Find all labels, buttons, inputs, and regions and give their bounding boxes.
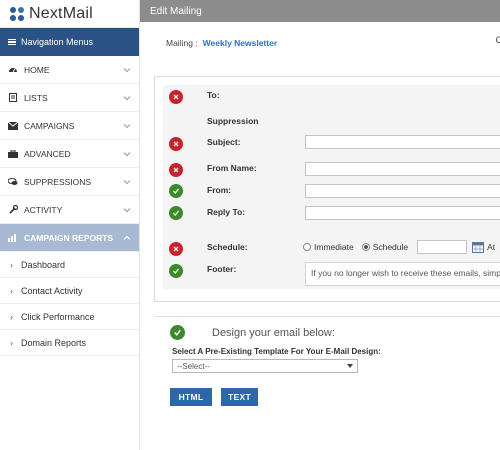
- briefcase-icon: [8, 149, 18, 158]
- chevron-down-icon: [123, 123, 131, 128]
- dashboard-icon: [8, 65, 18, 74]
- from-input[interactable]: [305, 184, 500, 198]
- chevron-down-icon: [123, 207, 131, 212]
- navigation-menus-header[interactable]: Navigation Menus: [0, 28, 139, 56]
- main-content: Edit Mailing Mailing : Weekly Newsletter…: [140, 0, 500, 450]
- sidebar: NextMail Navigation Menus HOME LISTS CAM…: [0, 0, 140, 450]
- subnav-item-label: Dashboard: [21, 259, 66, 270]
- sidebar-item-label: SUPPRESSIONS: [24, 176, 92, 187]
- chevron-down-icon: [123, 67, 131, 72]
- design-section: Design your email below: Select A Pre-Ex…: [154, 316, 500, 418]
- brand-name: NextMail: [29, 4, 93, 22]
- error-status-icon: [169, 137, 183, 151]
- error-status-icon: [169, 90, 183, 104]
- calendar-icon[interactable]: [472, 241, 485, 253]
- schedule-options: Immediate Schedule At: [303, 240, 500, 254]
- mailing-settings-panel: To: Suppression Subject: From Name: From…: [154, 76, 500, 302]
- page-title: Edit Mailing: [150, 5, 202, 17]
- menu-icon: [8, 37, 16, 47]
- suppression-label: Suppression: [207, 116, 259, 126]
- chevron-up-icon: [123, 235, 131, 240]
- mailing-info: Mailing : Weekly Newsletter C: [140, 22, 500, 64]
- schedule-option-label: Schedule: [372, 242, 409, 252]
- footer-text-field[interactable]: If you no longer wish to receive these e…: [305, 262, 500, 286]
- success-status-icon: [169, 184, 183, 198]
- from-name-input[interactable]: [305, 162, 500, 176]
- error-status-icon: [169, 163, 183, 177]
- brand-logo[interactable]: NextMail: [0, 0, 139, 28]
- mailing-settings-form: To: Suppression Subject: From Name: From…: [163, 85, 500, 289]
- success-status-icon: [169, 264, 183, 278]
- subnav-item-label: Contact Activity: [21, 285, 83, 296]
- chevron-down-icon: [123, 95, 131, 100]
- schedule-radio[interactable]: [361, 243, 370, 251]
- subnav-item-label: Domain Reports: [21, 337, 87, 348]
- immediate-label: Immediate: [314, 242, 354, 252]
- subnav-item-contact-activity[interactable]: › Contact Activity: [0, 278, 139, 304]
- html-button[interactable]: HTML: [170, 388, 212, 406]
- sidebar-item-home[interactable]: HOME: [0, 56, 139, 84]
- envelope-icon: [8, 121, 18, 130]
- bar-chart-icon: [8, 233, 18, 242]
- footer-label: Footer:: [207, 264, 237, 274]
- chevron-down-icon: [123, 179, 131, 184]
- success-status-icon: [169, 206, 183, 220]
- subnav-item-domain-reports[interactable]: › Domain Reports: [0, 330, 139, 356]
- chevron-right-icon: ›: [10, 259, 13, 270]
- sidebar-item-label: HOME: [24, 64, 50, 75]
- text-button[interactable]: TEXT: [221, 388, 258, 406]
- comments-icon: [8, 177, 18, 186]
- chevron-right-icon: ›: [10, 285, 13, 296]
- mailing-label: Mailing :: [166, 38, 198, 48]
- sidebar-item-campaigns[interactable]: CAMPAIGNS: [0, 112, 139, 140]
- sidebar-item-label: CAMPAIGN REPORTS: [24, 232, 114, 243]
- template-select[interactable]: --Select--: [172, 359, 358, 373]
- schedule-date-input[interactable]: [417, 240, 468, 254]
- to-label: To:: [207, 90, 220, 100]
- chevron-down-icon: [123, 151, 131, 156]
- sidebar-item-advanced[interactable]: ADVANCED: [0, 140, 139, 168]
- truncated-text: C: [495, 35, 500, 45]
- at-label: At: [487, 242, 496, 252]
- sidebar-item-label: CAMPAIGNS: [24, 120, 75, 131]
- subnav-item-dashboard[interactable]: › Dashboard: [0, 252, 139, 278]
- reply-to-input[interactable]: [305, 206, 500, 220]
- chevron-right-icon: ›: [10, 311, 13, 322]
- subject-label: Subject:: [207, 137, 241, 147]
- template-select-label: Select A Pre-Existing Template For Your …: [172, 347, 381, 356]
- sidebar-item-label: LISTS: [24, 92, 48, 103]
- schedule-label: Schedule:: [207, 242, 248, 252]
- page-title-bar: Edit Mailing: [140, 0, 500, 22]
- sidebar-item-suppressions[interactable]: SUPPRESSIONS: [0, 168, 139, 196]
- navigation-menus-label: Navigation Menus: [21, 37, 94, 47]
- sidebar-item-label: ADVANCED: [24, 148, 71, 159]
- error-status-icon: [169, 242, 183, 256]
- wrench-icon: [8, 205, 18, 214]
- document-icon: [8, 93, 18, 102]
- reply-to-label: Reply To:: [207, 207, 246, 217]
- from-name-label: From Name:: [207, 163, 257, 173]
- immediate-radio[interactable]: [303, 243, 311, 251]
- design-title: Design your email below:: [212, 327, 335, 339]
- chevron-right-icon: ›: [10, 337, 13, 348]
- subnav-item-label: Click Performance: [21, 311, 95, 322]
- template-select-value: --Select--: [177, 361, 210, 371]
- subject-input[interactable]: [305, 135, 500, 149]
- sidebar-item-activity[interactable]: ACTIVITY: [0, 196, 139, 224]
- sidebar-item-lists[interactable]: LISTS: [0, 84, 139, 112]
- logo-icon: [10, 6, 24, 21]
- subnav-item-click-performance[interactable]: › Click Performance: [0, 304, 139, 330]
- sidebar-item-label: ACTIVITY: [24, 204, 63, 215]
- success-status-icon: [170, 325, 185, 340]
- caret-down-icon: [347, 364, 353, 368]
- from-label: From:: [207, 185, 232, 195]
- mailing-name-link[interactable]: Weekly Newsletter: [203, 38, 278, 48]
- sidebar-item-campaign-reports[interactable]: CAMPAIGN REPORTS: [0, 224, 139, 252]
